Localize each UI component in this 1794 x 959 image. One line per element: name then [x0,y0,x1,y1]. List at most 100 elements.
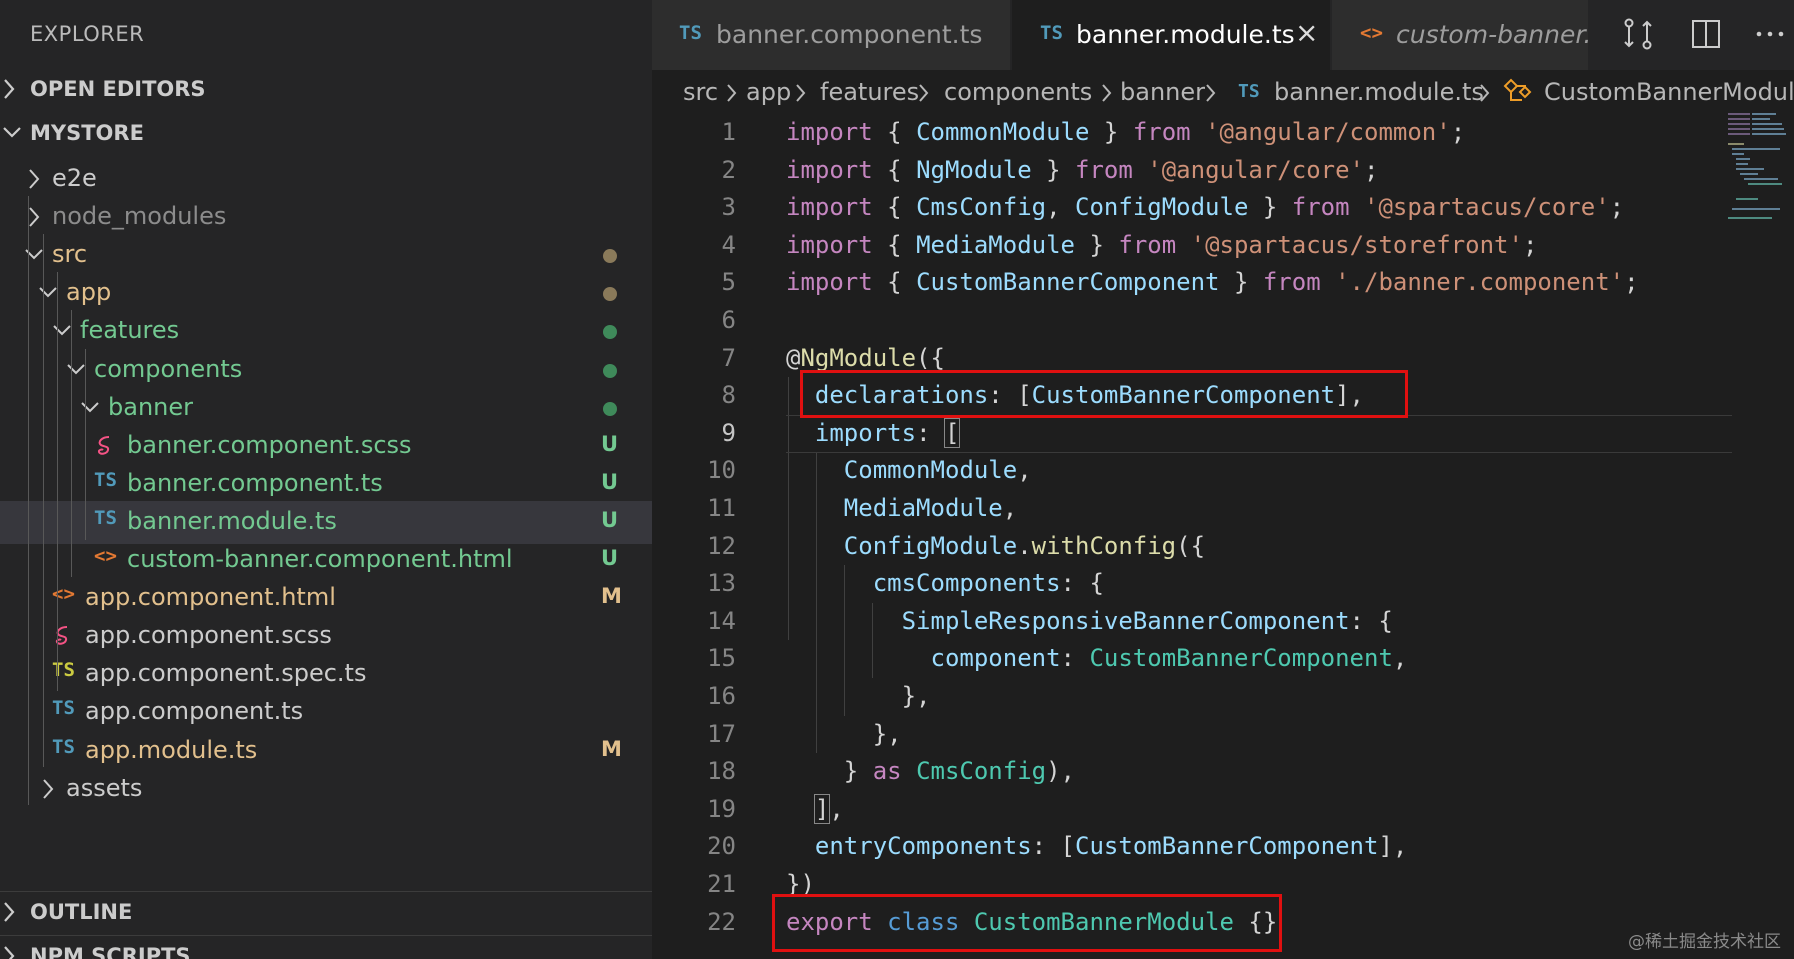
tree-indent-guide [57,272,58,692]
tab-custom-banner-component-html[interactable]: <> custom-banner.component.html [1332,0,1588,70]
chevron-right-icon [919,84,929,102]
code-line[interactable]: 5 import { CustomBannerComponent } from '… [652,264,1732,302]
code-text: import { CommonModule } from '@angular/c… [786,118,1466,146]
tree-item-label: app.component.html [85,583,336,612]
breadcrumb-item[interactable]: src [683,78,718,106]
line-number: 20 [707,832,736,861]
tree-folder-node-modules[interactable]: node_modules [0,196,652,239]
open-changes-icon[interactable] [1620,16,1656,52]
line-number: 21 [707,870,736,898]
code-line[interactable]: 17 }, [652,716,1732,754]
sass-icon [55,626,68,645]
tree-file-app-component-scss[interactable]: app.component.scss [0,615,652,658]
tree-file-custom-banner-component-html[interactable]: <> custom-banner.component.html U [0,539,652,582]
code-line[interactable]: 6 [652,302,1732,340]
code-line[interactable]: 4 import { MediaModule } from '@spartacus… [652,227,1732,265]
typescript-icon: TS [679,22,702,44]
breadcrumb-item[interactable]: banner [1120,78,1205,106]
typescript-icon: TS [94,506,117,529]
code-line[interactable]: 1 import { CommonModule } from '@angular/… [652,114,1732,152]
chevron-right-icon [1206,84,1216,102]
breadcrumb: src app features components banner TS ba… [652,70,1794,114]
close-icon[interactable]: × [1295,16,1318,49]
tree-item-label: custom-banner.component.html [127,545,513,573]
minimap[interactable] [1728,110,1788,220]
code-text: ], [813,793,844,824]
code-editor[interactable]: 1 import { CommonModule } from '@angular/… [652,114,1794,959]
code-text: CommonModule, [843,456,1032,485]
tree-file-banner-component-ts[interactable]: TS banner.component.ts U [0,463,652,506]
code-line[interactable]: 14 SimpleResponsiveBannerComponent: { [652,603,1732,641]
tree-file-banner-module-ts[interactable]: TS banner.module.ts U [0,500,652,544]
chevron-down-icon [53,325,71,336]
tree-folder-app[interactable]: app [0,272,652,315]
tree-folder-components[interactable]: components [0,349,652,392]
code-line[interactable]: 9 imports: [ [652,415,1732,453]
tree-file-app-component-spec-ts[interactable]: TS app.component.spec.ts [0,653,652,696]
code-line[interactable]: 10 CommonModule, [652,452,1732,490]
code-text: @NgModule({ [786,343,945,372]
breadcrumb-item[interactable]: CustomBannerModule [1544,78,1794,106]
chevron-right-icon [727,84,737,102]
git-status-badge: U [601,431,619,456]
workspace-section[interactable]: MYSTORE [0,113,652,155]
more-actions-icon[interactable] [1752,16,1788,52]
code-text: } as CmsConfig), [786,757,1076,786]
tab-label: banner.component.ts [716,20,983,49]
tree-indent-guide [71,310,72,578]
chevron-down-icon [3,127,21,138]
line-number: 9 [721,418,736,447]
tree-folder-e2e[interactable]: e2e [0,158,652,201]
git-status-badge: M [601,736,622,761]
code-line[interactable]: 19 ], [652,791,1732,829]
code-line[interactable]: 20 entryComponents: [CustomBannerCompone… [652,828,1732,866]
breadcrumb-item[interactable]: app [746,78,791,106]
typescript-icon: TS [52,697,75,720]
code-text: imports: [ [814,417,961,448]
npm-scripts-label: NPM SCRIPTS [30,944,191,959]
watermark: @稀土掘金技术社区 [1628,932,1781,952]
tree-file-app-module-ts[interactable]: TS app.module.ts M [0,730,652,773]
open-editors-section[interactable]: OPEN EDITORS [0,69,652,111]
tree-item-label: src [52,240,88,269]
code-line[interactable]: 11 MediaModule, [652,490,1732,528]
tree-file-banner-component-scss[interactable]: banner.component.scss U [0,425,652,468]
tree-file-app-component-html[interactable]: <> app.component.html M [0,577,652,620]
tree-folder-assets[interactable]: assets [0,768,652,811]
tree-item-label: banner.component.ts [127,468,383,497]
highlight-box-declarations [800,370,1408,418]
tree-file-app-component-ts[interactable]: TS app.component.ts [0,691,652,734]
modified-dot [603,249,617,264]
code-text: import { CustomBannerComponent } from '.… [786,268,1639,297]
code-text: cmsComponents: { [872,569,1104,598]
code-line[interactable]: 2 import { NgModule } from '@angular/core… [652,152,1732,190]
chevron-right-icon [4,79,15,99]
code-text: }, [786,682,931,710]
breadcrumb-item[interactable]: features [820,78,919,106]
tree-folder-banner[interactable]: banner [0,387,652,430]
code-line[interactable]: 12 ConfigModule.withConfig({ [652,528,1732,566]
split-editor-icon[interactable] [1688,16,1724,52]
chevron-right-icon [1480,84,1490,102]
tree-item-label: e2e [52,164,97,192]
code-text: component: CustomBannerComponent, [930,644,1408,673]
tree-folder-features[interactable]: features [0,310,652,353]
npm-scripts-section[interactable]: NPM SCRIPTS [0,935,652,959]
code-line[interactable]: 18 } as CmsConfig), [652,753,1732,791]
chevron-right-icon [1102,84,1112,102]
line-number: 5 [721,268,736,297]
code-line[interactable]: 16 }, [652,678,1732,716]
line-number: 14 [707,606,736,635]
breadcrumb-item[interactable]: banner.module.ts [1274,78,1484,106]
explorer-title: EXPLORER [30,22,145,46]
breadcrumb-item[interactable]: components [944,78,1092,106]
tab-banner-component-ts[interactable]: TS banner.component.ts [652,0,1010,70]
tree-folder-src[interactable]: src [0,234,652,277]
outline-section[interactable]: OUTLINE [0,891,652,934]
tab-banner-module-ts[interactable]: TS banner.module.ts × [1012,0,1330,70]
tree-item-label: features [80,316,180,345]
code-line[interactable]: 15 component: CustomBannerComponent, [652,640,1732,678]
line-number: 17 [707,719,736,748]
code-line[interactable]: 13 cmsComponents: { [652,565,1732,603]
code-line[interactable]: 3 import { CmsConfig, ConfigModule } from… [652,189,1732,227]
